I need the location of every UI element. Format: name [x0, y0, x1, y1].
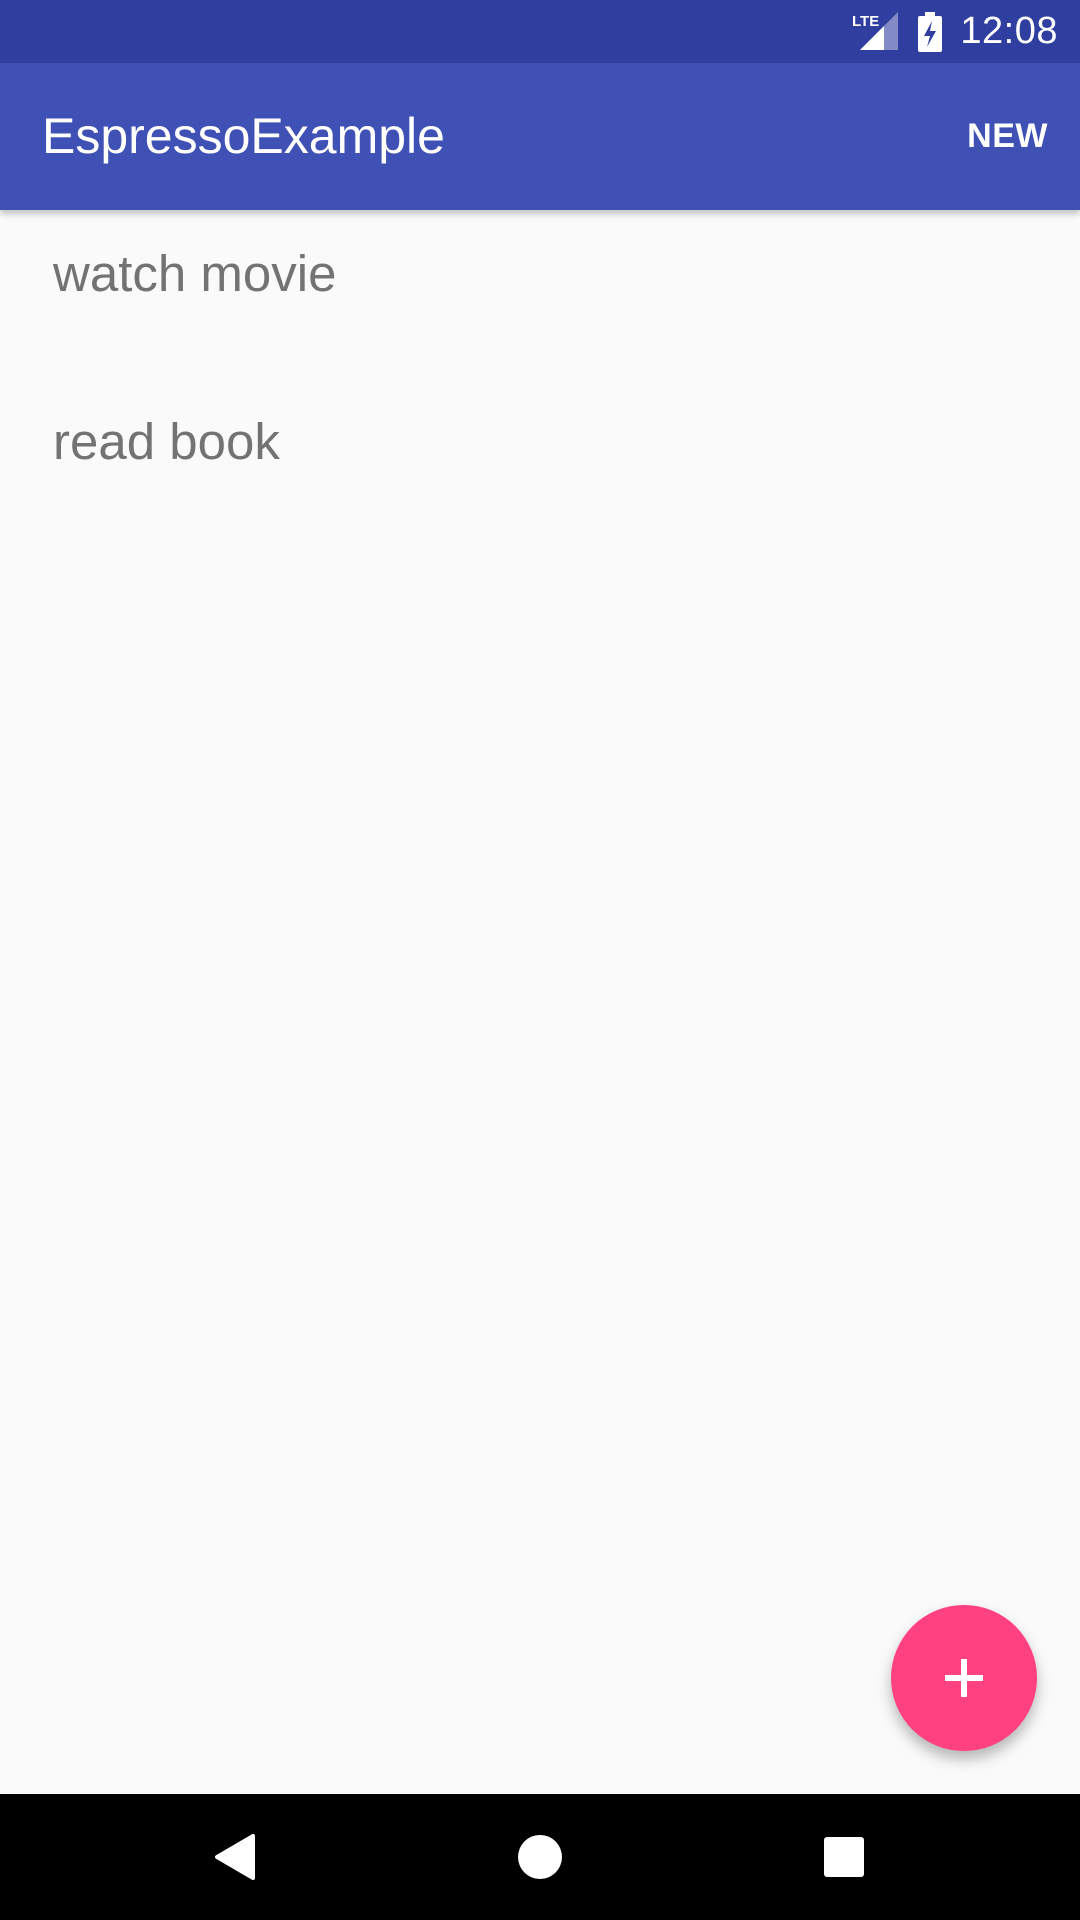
home-button[interactable] [507, 1824, 573, 1890]
add-fab-button[interactable] [891, 1605, 1037, 1751]
lte-signal-icon: LTE [852, 11, 900, 52]
svg-text:LTE: LTE [852, 13, 879, 30]
app-title: EspressoExample [42, 108, 445, 164]
status-icons: LTE 12:08 [852, 0, 1058, 63]
back-icon [203, 1824, 269, 1890]
list-item[interactable]: watch movie [0, 210, 1080, 378]
app-bar: EspressoExample NEW [0, 63, 1080, 210]
new-button[interactable]: NEW [967, 63, 1048, 210]
back-button[interactable] [203, 1824, 269, 1890]
battery-charging-icon [918, 11, 943, 52]
status-time: 12:08 [960, 10, 1058, 52]
list-item[interactable]: read book [0, 378, 1080, 546]
recents-button[interactable] [811, 1824, 877, 1890]
screen: LTE 12:08 EspressoExample NEW watch movi… [0, 0, 1080, 1920]
navigation-bar [0, 1794, 1080, 1920]
todo-list: watch movie read book [0, 210, 1080, 546]
recents-icon [811, 1824, 877, 1890]
plus-icon [939, 1653, 989, 1703]
status-bar: LTE 12:08 [0, 0, 1080, 63]
home-icon [507, 1824, 573, 1890]
